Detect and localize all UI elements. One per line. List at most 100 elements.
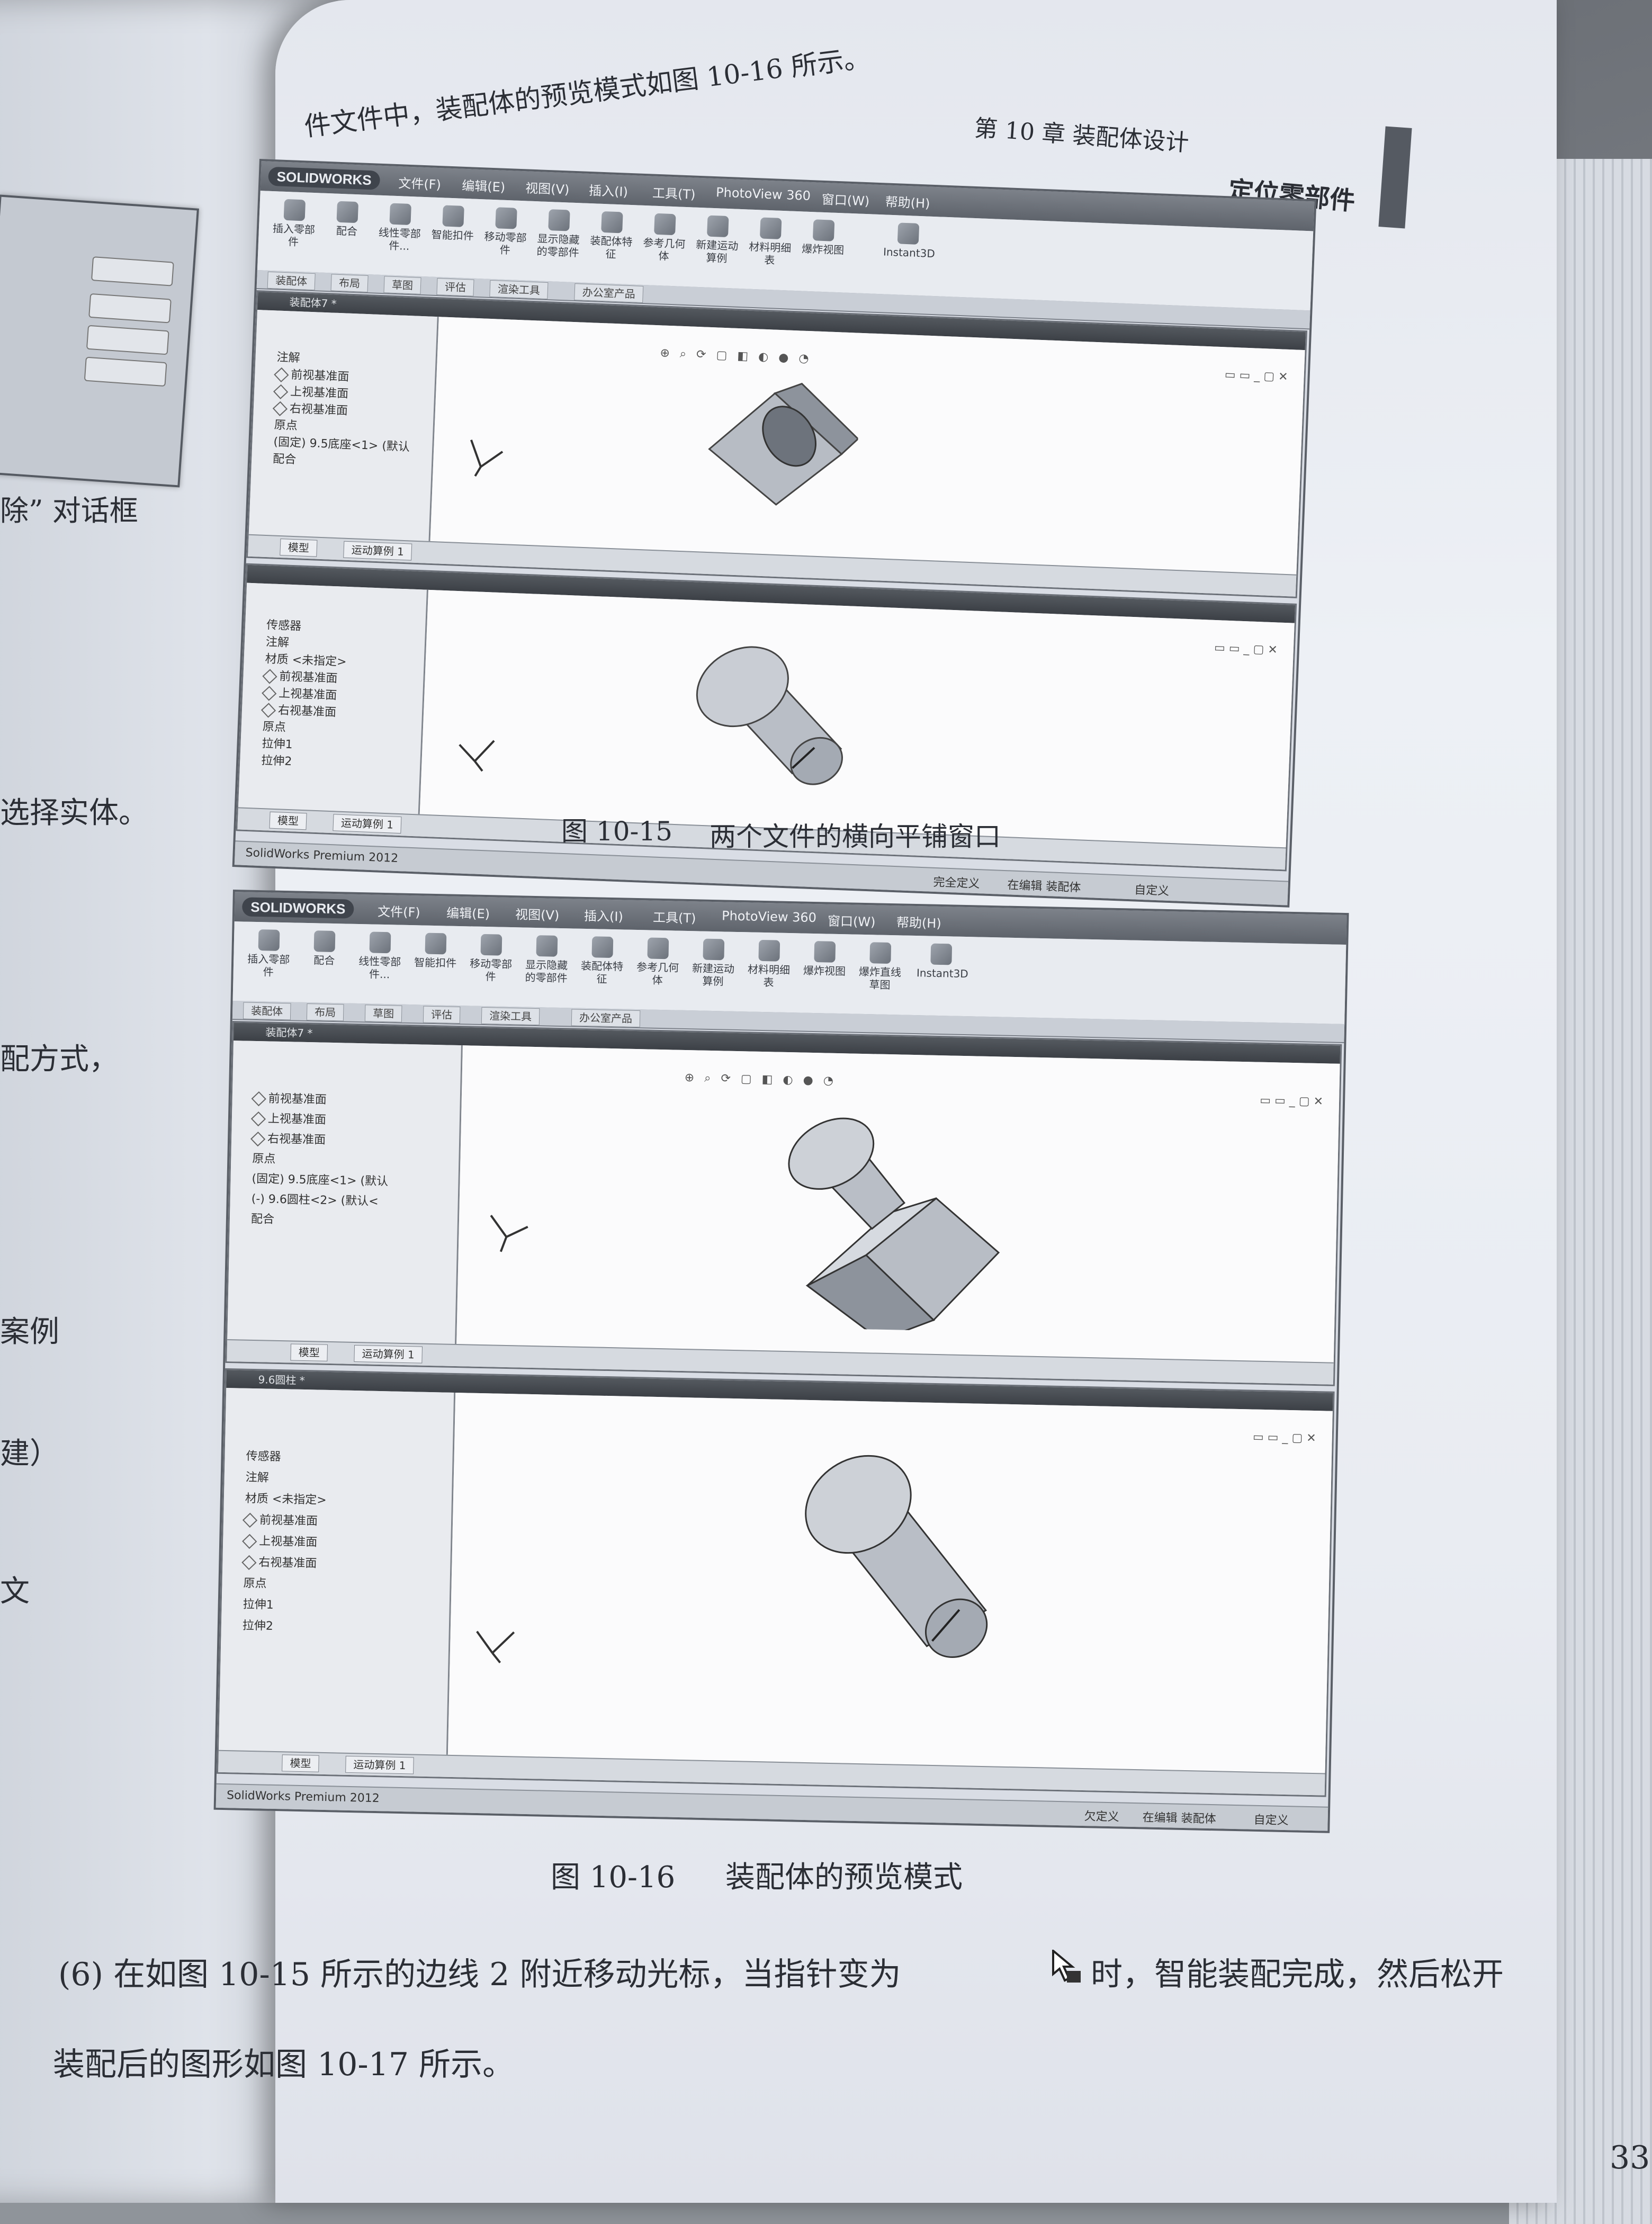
linear-pattern-button[interactable]: 线性零部件...	[374, 203, 425, 253]
assembly-features-button[interactable]: 装配体特征	[586, 211, 636, 261]
tree-item[interactable]: 原点	[243, 1574, 267, 1591]
tree-item[interactable]: 前视基准面	[242, 1510, 318, 1529]
tree-item[interactable]: 传感器	[246, 1447, 281, 1464]
tab-render[interactable]: 渲染工具	[481, 1007, 540, 1026]
bom-button[interactable]: 材料明细表	[744, 939, 794, 989]
move-component-button[interactable]: 移动零部件	[480, 207, 531, 257]
assembly-features-button[interactable]: 装配体特征	[577, 936, 627, 986]
instant3d-button[interactable]: Instant3D	[883, 222, 935, 260]
tree-item[interactable]: 拉伸2	[261, 751, 292, 769]
reference-geometry-button[interactable]: 参考几何体	[633, 937, 683, 987]
smart-fastener-button[interactable]: 智能扣件	[411, 932, 460, 970]
tab-model[interactable]: 模型	[280, 539, 318, 557]
menu-photoview[interactable]: PhotoView 360	[716, 185, 811, 203]
view-toolbar[interactable]: ⊕ ⌕ ⟳ ▢ ◧ ◐ ● ◔	[660, 346, 812, 365]
tree-item[interactable]: 右视基准面	[241, 1553, 317, 1571]
tree-item[interactable]: 原点	[262, 717, 286, 735]
tab-render[interactable]: 渲染工具	[489, 280, 549, 300]
exploded-view-button[interactable]: 爆炸视图	[800, 940, 849, 978]
tree-item[interactable]: 上视基准面	[273, 381, 349, 401]
view-toolbar[interactable]: ⊕ ⌕ ⟳ ▢ ◧ ◐ ● ◔	[684, 1071, 837, 1088]
tree-item[interactable]: 右视基准面	[261, 700, 337, 720]
tab-motion-study[interactable]: 运动算例 1	[343, 541, 412, 561]
reference-geometry-button[interactable]: 参考几何体	[639, 213, 689, 263]
tab-layout[interactable]: 布局	[306, 1003, 344, 1021]
tab-evaluate[interactable]: 评估	[423, 1006, 461, 1024]
move-component-button[interactable]: 移动零部件	[466, 934, 516, 983]
new-motion-study-button[interactable]: 新建运动算例	[692, 215, 742, 265]
tab-assembly[interactable]: 装配体	[243, 1002, 291, 1020]
insert-component-button[interactable]: 插入零部件	[244, 929, 294, 979]
tree-item[interactable]: (固定) 9.5底座<1> (默认	[252, 1169, 388, 1189]
menu-insert[interactable]: 插入(I)	[584, 905, 624, 925]
mate-button[interactable]: 配合	[322, 201, 372, 238]
tab-model[interactable]: 模型	[269, 811, 307, 830]
tab-office[interactable]: 办公室产品	[574, 283, 644, 303]
menu-view[interactable]: 视图(V)	[515, 904, 560, 923]
tree-item[interactable]: 传感器	[266, 615, 302, 634]
tree-item[interactable]: 右视基准面	[250, 1129, 326, 1147]
menu-edit[interactable]: 编辑(E)	[462, 175, 506, 195]
tree-item[interactable]: 注解	[276, 348, 300, 366]
tree-item[interactable]: 原点	[252, 1149, 276, 1167]
new-motion-study-button[interactable]: 新建运动算例	[688, 938, 738, 988]
tab-assembly[interactable]: 装配体	[267, 271, 316, 291]
status-units[interactable]: 自定义	[1253, 1810, 1289, 1828]
tab-motion-study[interactable]: 运动算例 1	[333, 814, 402, 834]
window-controls[interactable]: ▭ ▭ _ ▢ ✕	[1224, 368, 1288, 384]
tree-item[interactable]: 右视基准面	[272, 398, 348, 418]
tree-item[interactable]: 前视基准面	[262, 666, 338, 686]
instant3d-button[interactable]: Instant3D	[917, 943, 968, 980]
exploded-view-button[interactable]: 爆炸视图	[798, 219, 849, 257]
tab-model[interactable]: 模型	[282, 1754, 319, 1772]
tree-item[interactable]: 上视基准面	[262, 683, 337, 703]
window-controls[interactable]: ▭ ▭ _ ▢ ✕	[1260, 1094, 1323, 1109]
show-hidden-button[interactable]: 显示隐藏的零部件	[522, 935, 571, 984]
tree-item[interactable]: 配合	[251, 1209, 275, 1227]
menu-insert[interactable]: 插入(I)	[589, 180, 629, 200]
window-controls[interactable]: ▭ ▭ _ ▢ ✕	[1214, 641, 1278, 657]
tab-office[interactable]: 办公室产品	[571, 1009, 641, 1028]
smart-fastener-button[interactable]: 智能扣件	[428, 204, 478, 243]
tab-sketch[interactable]: 草图	[364, 1005, 402, 1023]
tree-item[interactable]: 上视基准面	[250, 1109, 327, 1127]
graphics-area[interactable]: ▭ ▭ _ ▢ ✕	[447, 1393, 1333, 1774]
tab-model[interactable]: 模型	[290, 1343, 328, 1361]
tab-motion-study[interactable]: 运动算例 1	[354, 1344, 423, 1364]
tree-item[interactable]: 注解	[245, 1468, 269, 1485]
menu-tools[interactable]: 工具(T)	[653, 907, 696, 927]
graphics-area[interactable]: ⊕ ⌕ ⟳ ▢ ◧ ◐ ● ◔ ▭ ▭ _ ▢ ✕	[456, 1045, 1340, 1364]
linear-pattern-button[interactable]: 线性零部件...	[355, 931, 405, 981]
tree-item[interactable]: 前视基准面	[251, 1089, 327, 1107]
tree-item[interactable]: 拉伸2	[243, 1616, 274, 1634]
show-hidden-button[interactable]: 显示隐藏的零部件	[533, 209, 583, 259]
tree-item[interactable]: 上视基准面	[242, 1531, 318, 1550]
tab-sketch[interactable]: 草图	[383, 276, 421, 294]
tree-item[interactable]: 前视基准面	[274, 365, 349, 384]
tab-layout[interactable]: 布局	[330, 274, 369, 293]
window-controls[interactable]: ▭ ▭ _ ▢ ✕	[1253, 1431, 1316, 1446]
tree-item[interactable]: 材质 <未指定>	[245, 1489, 327, 1508]
menu-file[interactable]: 文件(F)	[378, 901, 420, 921]
tab-evaluate[interactable]: 评估	[436, 278, 474, 297]
status-units[interactable]: 自定义	[1134, 880, 1170, 899]
menu-help[interactable]: 帮助(H)	[885, 191, 930, 211]
insert-component-button[interactable]: 插入零部件	[269, 199, 319, 249]
tab-motion-study[interactable]: 运动算例 1	[345, 1755, 414, 1774]
menu-window[interactable]: 窗口(W)	[821, 189, 870, 209]
graphics-area[interactable]: ⊕ ⌕ ⟳ ▢ ◧ ◐ ● ◔ ▭ ▭ _ ▢ ✕	[430, 317, 1305, 576]
menu-window[interactable]: 窗口(W)	[828, 911, 876, 930]
explode-line-sketch-button[interactable]: 爆炸直线草图	[855, 942, 905, 992]
graphics-area[interactable]: ▭ ▭ _ ▢ ✕	[419, 589, 1295, 849]
bom-button[interactable]: 材料明细表	[745, 217, 795, 267]
tree-item[interactable]: 原点	[274, 415, 298, 433]
menu-help[interactable]: 帮助(H)	[896, 912, 941, 931]
menu-file[interactable]: 文件(F)	[398, 173, 442, 193]
menu-view[interactable]: 视图(V)	[525, 177, 570, 198]
tree-item[interactable]: 配合	[273, 449, 297, 467]
menu-edit[interactable]: 编辑(E)	[446, 902, 490, 922]
tree-item[interactable]: 拉伸1	[243, 1595, 274, 1612]
tree-item[interactable]: 注解	[265, 632, 289, 650]
tree-item[interactable]: (-) 9.6圆柱<2> (默认<	[251, 1189, 379, 1209]
menu-photoview[interactable]: PhotoView 360	[722, 908, 816, 925]
